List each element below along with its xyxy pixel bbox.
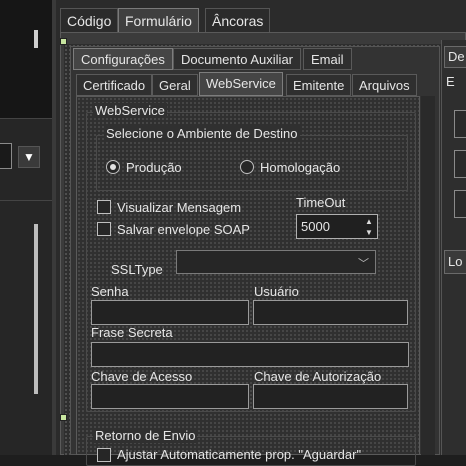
webservice-group-title: WebService	[93, 103, 167, 118]
salvar-envelope-label: Salvar envelope SOAP	[117, 222, 250, 237]
timeout-spin[interactable]: 5000 ▲ ▼	[296, 214, 378, 239]
right-button[interactable]	[454, 190, 466, 218]
checkbox-ajustar[interactable]	[97, 448, 111, 462]
radio-homologacao[interactable]	[240, 160, 254, 174]
tab-configuracoes[interactable]: Configurações	[73, 48, 173, 70]
tab-documento-auxiliar[interactable]: Documento Auxiliar	[173, 48, 301, 70]
retorno-group-title: Retorno de Envio	[93, 428, 198, 443]
tab-arquivos[interactable]: Arquivos	[352, 74, 417, 96]
tab-webservice[interactable]: WebService	[199, 72, 283, 96]
right-button[interactable]	[454, 150, 466, 178]
senha-label: Senha	[91, 284, 129, 299]
checkbox-salvar-envelope[interactable]	[97, 222, 111, 236]
chevron-down-icon: ﹀	[358, 258, 369, 270]
chave-acesso-label: Chave de Acesso	[91, 369, 193, 384]
resize-handle[interactable]	[60, 38, 67, 45]
frase-secreta-input[interactable]	[91, 342, 409, 367]
usuario-label: Usuário	[254, 284, 299, 299]
left-scrollbar-thumb[interactable]	[34, 224, 38, 394]
chave-acesso-input[interactable]	[91, 384, 249, 409]
tab-codigo[interactable]: Código	[60, 8, 119, 32]
left-panel-list	[0, 0, 52, 118]
chave-autorizacao-label: Chave de Autorização	[254, 369, 382, 384]
left-panel: ▼	[0, 0, 52, 455]
radio-producao[interactable]	[106, 160, 120, 174]
tab-geral[interactable]: Geral	[152, 74, 198, 96]
filter-icon[interactable]: ▼	[18, 146, 40, 168]
tab-formulario[interactable]: Formulário	[118, 8, 199, 32]
chave-autorizacao-input[interactable]	[253, 384, 408, 409]
ssltype-label: SSLType	[111, 262, 163, 277]
tab-emitente[interactable]: Emitente	[286, 74, 352, 96]
right-section-lo[interactable]: Lo	[444, 250, 466, 274]
right-panel: De E Lo	[441, 40, 466, 455]
ssltype-combo[interactable]: ﹀	[176, 250, 376, 274]
left-divider	[0, 118, 52, 119]
spin-down-icon[interactable]: ▼	[363, 227, 375, 238]
radio-homologacao-label: Homologação	[260, 160, 341, 175]
ambiente-group-title: Selecione o Ambiente de Destino	[104, 126, 300, 141]
left-scrollbar-thumb-top[interactable]	[34, 30, 38, 48]
timeout-label: TimeOut	[296, 195, 346, 210]
tab-ancoras[interactable]: Âncoras	[205, 8, 271, 32]
resize-handle[interactable]	[60, 414, 67, 421]
right-button[interactable]	[454, 110, 466, 138]
tab-email[interactable]: Email	[303, 48, 352, 70]
tab-certificado[interactable]: Certificado	[76, 74, 153, 96]
left-divider-2	[0, 200, 52, 201]
usuario-input[interactable]	[253, 300, 408, 325]
radio-producao-label: Produção	[126, 160, 182, 175]
page-scrollbar[interactable]	[421, 96, 435, 455]
senha-input[interactable]	[91, 300, 249, 325]
right-tab-de[interactable]: De	[444, 46, 466, 68]
timeout-value: 5000	[301, 219, 330, 234]
visualizar-mensagem-label: Visualizar Mensagem	[117, 200, 242, 215]
spin-up-icon[interactable]: ▲	[363, 216, 375, 227]
checkbox-visualizar-mensagem[interactable]	[97, 200, 111, 214]
left-filter-input[interactable]	[0, 143, 12, 169]
frase-secreta-label: Frase Secreta	[91, 325, 173, 340]
right-tab-e[interactable]: E	[446, 74, 455, 89]
